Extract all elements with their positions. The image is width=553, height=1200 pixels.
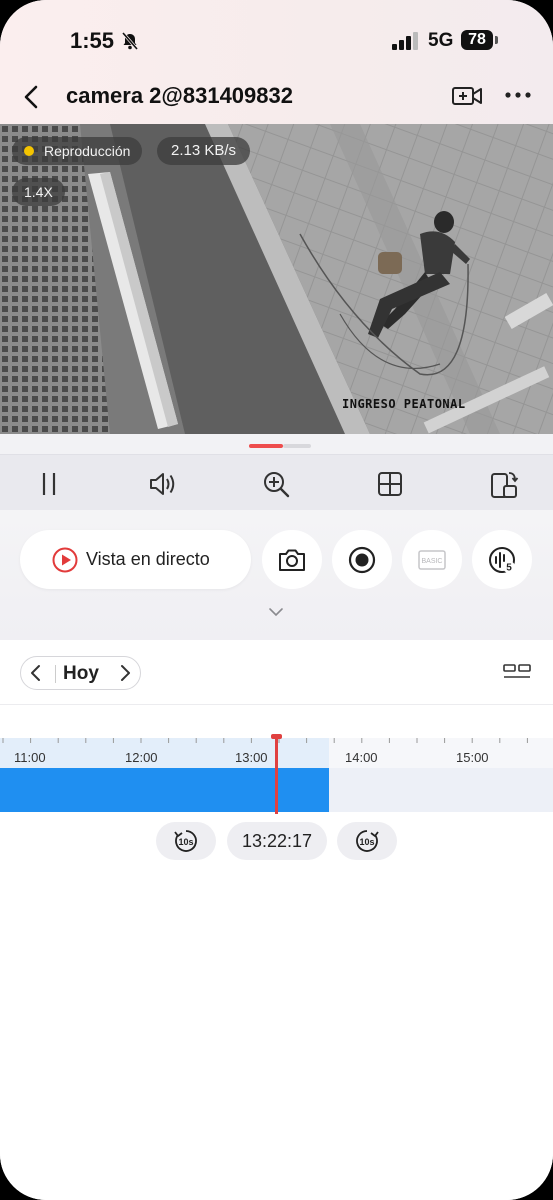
voice-button[interactable]: 5: [472, 530, 532, 589]
record-button[interactable]: [332, 530, 392, 589]
camera-snapshot-icon: [279, 549, 305, 571]
handle-active-segment: [249, 444, 283, 448]
voice-intercom-icon: 5: [489, 547, 515, 574]
playback-status-label: Reproducción: [44, 143, 131, 159]
record-icon: [348, 546, 376, 574]
battery-nub: [495, 36, 498, 44]
playback-status-chip: Reproducción: [12, 137, 143, 165]
current-time: 13:22:17: [227, 822, 327, 860]
bell-slash-icon: [121, 32, 139, 50]
rotate-screen-icon[interactable]: [489, 469, 519, 499]
signal-icon: [392, 32, 418, 50]
forward-10s-button[interactable]: 10s: [337, 822, 397, 860]
playhead-cursor[interactable]: [275, 736, 278, 814]
zoom-level-chip: 1.4X: [12, 178, 65, 206]
card-divider: [0, 704, 553, 705]
tick-label: 12:00: [125, 750, 158, 765]
chevron-down-icon[interactable]: [268, 606, 284, 618]
network-type: 5G: [428, 30, 454, 51]
rewind-10s-button[interactable]: 10s: [156, 822, 216, 860]
back-arrow-icon[interactable]: [20, 82, 44, 112]
tick-label: 11:00: [14, 750, 46, 765]
camera-osd-text: INGRESO PEATONAL: [342, 397, 466, 411]
zoom-in-icon[interactable]: [261, 469, 291, 499]
tick-label: 13:00: [235, 750, 268, 765]
quality-button[interactable]: BASIC: [402, 530, 462, 589]
quality-basic-icon: BASIC: [418, 550, 446, 570]
phone-screen: 1:55 5G 78 camera 2@831409832 Reproducci…: [0, 0, 553, 1200]
voice-speed-badge: 5: [506, 563, 512, 574]
playback-controls: 10s 13:22:17 10s: [0, 822, 553, 862]
tick-label: 14:00: [345, 750, 378, 765]
add-video-icon[interactable]: [451, 82, 483, 110]
timeline-layout-icon[interactable]: [503, 663, 531, 681]
battery-icon: 78: [461, 30, 493, 50]
tick-label: 15:00: [456, 750, 489, 765]
day-nav-separator: [55, 665, 56, 683]
app-header: camera 2@831409832: [0, 72, 553, 122]
bitrate-chip: 2.13 KB/s: [157, 137, 251, 165]
rewind-10s-icon: 10s: [174, 830, 197, 852]
next-day-icon[interactable]: [118, 663, 132, 683]
status-bar: 1:55 5G 78: [0, 0, 553, 80]
live-view-label: Vista en directo: [86, 549, 210, 569]
pause-icon[interactable]: [34, 469, 64, 499]
camera-feed-image: [0, 124, 553, 434]
video-player[interactable]: Reproducción 2.13 KB/s 1.4X INGRESO PEAT…: [0, 124, 553, 434]
handle-inactive-segment: [283, 444, 311, 448]
play-circle-icon: [52, 547, 78, 573]
more-dots-icon[interactable]: [503, 85, 533, 105]
player-toolbar: [0, 454, 553, 510]
snapshot-button[interactable]: [262, 530, 322, 589]
timeline-card: Hoy 11:00 12:00 13:00 14:00 15:00 10s 13…: [0, 640, 553, 1200]
recorded-segment[interactable]: [0, 768, 329, 812]
day-navigator: Hoy: [20, 656, 141, 690]
quality-basic-label: BASIC: [421, 558, 442, 565]
previous-day-icon[interactable]: [29, 663, 43, 683]
page-title: camera 2@831409832: [66, 83, 293, 108]
live-view-button[interactable]: Vista en directo: [20, 530, 251, 589]
status-dot: [24, 146, 34, 156]
panel-drag-handle[interactable]: [0, 434, 553, 454]
day-label[interactable]: Hoy: [63, 663, 99, 685]
volume-icon[interactable]: [148, 469, 178, 499]
forward-label: 10s: [359, 837, 374, 847]
rewind-label: 10s: [178, 837, 193, 847]
action-panel: Vista en directo BASIC 5: [0, 510, 553, 640]
grid-icon[interactable]: [375, 469, 405, 499]
status-time: 1:55: [70, 28, 115, 53]
forward-10s-icon: 10s: [356, 830, 379, 852]
